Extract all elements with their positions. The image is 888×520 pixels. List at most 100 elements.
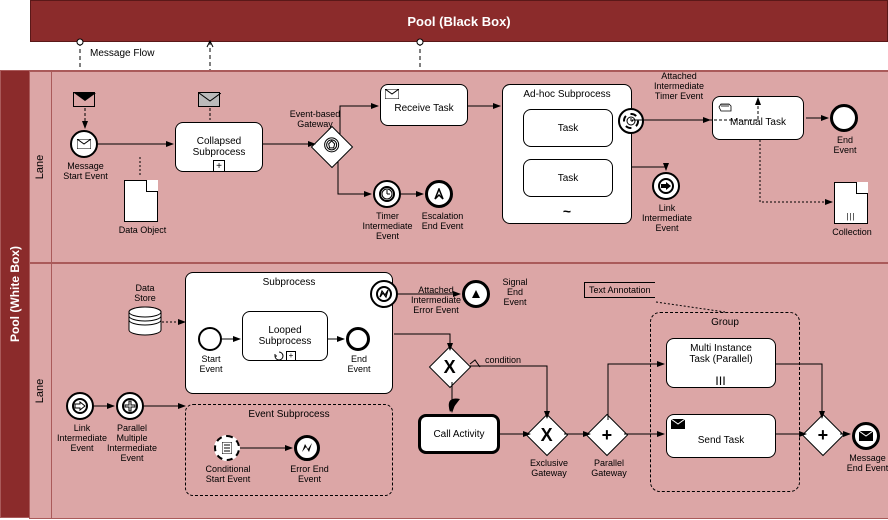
pool-blackbox-label: Pool (Black Box) [407, 14, 510, 29]
receive-task-label: Receive Task [381, 103, 467, 114]
timer-intermediate-label: Timer Intermediate Event [355, 212, 420, 242]
exclusive-gateway-label: Exclusive Gateway [525, 459, 573, 479]
event-based-gateway-label: Event-based Gateway [285, 110, 345, 130]
multi-instance-marker-icon: ||| [846, 212, 855, 221]
attached-timer-label: Attached Intermediate Timer Event [648, 72, 710, 102]
data-store-label: Data Store [130, 284, 160, 304]
event-subprocess-label: Event Subprocess [186, 409, 392, 420]
parallel-marker-icon: ||| [716, 375, 727, 385]
plus-icon [124, 400, 136, 412]
error-icon [378, 289, 390, 299]
subprocess-end-event-label: End Event [340, 355, 378, 375]
conditional-start-label: Conditional Start Event [198, 465, 258, 485]
event-based-gateway [311, 126, 353, 168]
collapsed-subprocess-label: Collapsed Subprocess [193, 136, 246, 158]
call-activity: Call Activity [418, 414, 500, 454]
send-task-label: Send Task [667, 435, 775, 446]
adhoc-subprocess: Ad-hoc Subprocess Task Task ~ [502, 84, 632, 224]
attached-error-label: Attached Intermediate Error Event [405, 286, 467, 316]
arrow-right-icon [74, 401, 86, 411]
text-annotation-label: Text Annotation [584, 282, 655, 298]
envelope-filled-icon [671, 419, 685, 429]
subprocess-label: Subprocess [186, 277, 392, 288]
adhoc-subprocess-label: Ad-hoc Subprocess [503, 89, 631, 100]
text-annotation: Text Annotation [584, 286, 655, 296]
send-task: Send Task [666, 414, 776, 458]
collapsed-subprocess: Collapsed Subprocess + [175, 122, 263, 172]
manual-task-label: Manual Task [713, 117, 803, 128]
subprocess: Subprocess Start Event Looped Subprocess… [185, 272, 393, 394]
call-activity-label: Call Activity [433, 429, 484, 440]
looped-subprocess: Looped Subprocess + [242, 311, 328, 361]
attached-error-event [370, 280, 398, 308]
exclusive-gateway-1: X [429, 346, 471, 388]
multi-instance-task: Multi Instance Task (Parallel) ||| [666, 338, 776, 388]
bpmn-diagram: Pool (Black Box) Message Flow Pool (Whit… [0, 0, 888, 518]
adhoc-task-2-label: Task [558, 173, 579, 184]
manual-task: Manual Task [712, 96, 804, 140]
lane-1-label: Lane [35, 155, 47, 179]
data-object [124, 180, 158, 222]
collection-label: Collection [827, 228, 877, 238]
event-subprocess: Event Subprocess Conditional Start Event… [185, 404, 393, 496]
timer-intermediate-event [373, 180, 401, 208]
envelope-icon [73, 92, 95, 107]
message-end-event-label: Message End Event [840, 454, 888, 474]
lane-2-header: Lane [30, 264, 52, 518]
pentagon-icon [324, 137, 340, 158]
attached-timer-event [618, 108, 644, 134]
condition-label: condition [485, 356, 521, 366]
looped-subprocess-label: Looped Subprocess [259, 325, 312, 347]
arrow-right-icon [660, 181, 672, 191]
link-intermediate-event [652, 172, 680, 200]
parallel-multiple-intermediate-label: Parallel Multiple Intermediate Event [102, 424, 162, 464]
collection: ||| [834, 182, 868, 224]
conditional-start-event [214, 435, 240, 461]
adhoc-marker-icon: ~ [563, 203, 571, 219]
hand-icon [717, 101, 733, 113]
end-event [830, 104, 858, 132]
lane-1: Lane Message Start Event Data Object Col… [29, 71, 888, 263]
multi-instance-task-label: Multi Instance Task (Parallel) [671, 343, 771, 365]
lane-2-label: Lane [35, 379, 47, 403]
envelope-icon [385, 89, 399, 99]
error-end-event-label: Error End Event [282, 465, 337, 485]
pool-whitebox: Pool (White Box) Lane Message Start Even… [0, 70, 888, 518]
message-start-event-label: Message Start Event [58, 162, 113, 182]
triangle-icon [470, 288, 482, 300]
adhoc-task-1-label: Task [558, 123, 579, 134]
subprocess-end-event [346, 327, 370, 351]
pool-whitebox-label: Pool (White Box) [8, 246, 22, 342]
message-start-event [70, 130, 98, 158]
envelope-filled-icon [859, 431, 873, 441]
parallel-gateway-split: + [586, 414, 628, 456]
clock-icon [626, 116, 636, 126]
pool-blackbox: Pool (Black Box) [30, 0, 888, 42]
escalation-icon [433, 188, 445, 200]
lane-1-header: Lane [30, 72, 52, 262]
link-intermediate-catch [66, 392, 94, 420]
escalation-end-label: Escalation End Event [415, 212, 470, 232]
message-flow-label: Message Flow [90, 48, 154, 59]
data-object-label: Data Object [115, 226, 170, 236]
adhoc-task-2: Task [523, 159, 613, 197]
receive-task: Receive Task [380, 84, 468, 126]
start-event [198, 327, 222, 351]
signal-end-label: Signal End Event [495, 278, 535, 308]
adhoc-task-1: Task [523, 109, 613, 147]
list-icon [222, 442, 232, 454]
expand-marker-icon: + [213, 160, 225, 172]
envelope-filled-icon [198, 92, 220, 107]
pool-whitebox-header: Pool (White Box) [1, 71, 29, 517]
lane-2: Lane Link Intermediate Event Parallel Mu… [29, 263, 888, 519]
error-icon [300, 442, 314, 454]
signal-end-event [462, 280, 490, 308]
message-end-event [852, 422, 880, 450]
parallel-gateway-join: + [802, 414, 844, 456]
group-label: Group [651, 317, 799, 328]
end-event-label: End Event [825, 136, 865, 156]
link-intermediate-label: Link Intermediate Event [638, 204, 696, 234]
data-store [128, 306, 162, 336]
start-event-label: Start Event [192, 355, 230, 375]
error-end-event [294, 435, 320, 461]
